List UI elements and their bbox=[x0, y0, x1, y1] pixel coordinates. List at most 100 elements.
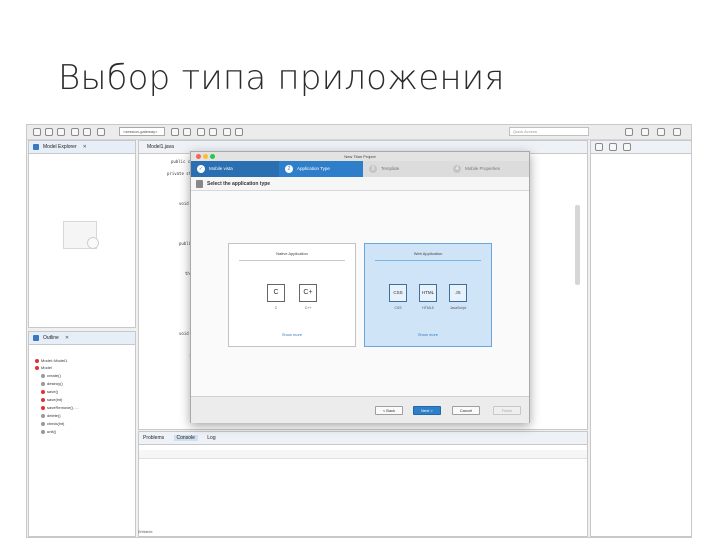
method-icon bbox=[41, 429, 45, 434]
model-explorer-label: Model Explorer bbox=[43, 144, 77, 150]
dialog-subtitle: Select the application type bbox=[191, 177, 529, 191]
back-button[interactable]: < Back bbox=[375, 406, 403, 415]
divider bbox=[239, 260, 345, 261]
device-icon[interactable] bbox=[171, 128, 179, 136]
outline-item[interactable]: Model bbox=[35, 365, 52, 371]
outline-item[interactable]: unit() bbox=[41, 429, 56, 435]
status-bar-text: Writable bbox=[138, 529, 153, 534]
palette-tab bbox=[591, 141, 691, 154]
editor-scrollbar[interactable] bbox=[575, 205, 580, 285]
card-title: Native Application bbox=[276, 251, 308, 256]
palette-panel bbox=[590, 140, 692, 537]
outline-item[interactable]: saveRemove(), ... bbox=[41, 405, 79, 411]
zoom-window-icon[interactable] bbox=[210, 154, 215, 159]
new-icon[interactable] bbox=[33, 128, 41, 136]
show-more-link[interactable]: Show more bbox=[365, 332, 491, 337]
method-icon bbox=[41, 381, 45, 386]
minimize-window-icon[interactable] bbox=[203, 154, 208, 159]
nav-forward-icon[interactable] bbox=[235, 128, 243, 136]
save-icon[interactable] bbox=[45, 128, 53, 136]
run-icon[interactable] bbox=[83, 128, 91, 136]
wizard-steps: ✓ Mobile vista 2 Application Type 3 Temp… bbox=[191, 161, 529, 178]
outline-label: Outline bbox=[43, 335, 59, 341]
outline-panel: Outline ✕ Model::Model1 Model create() de… bbox=[28, 331, 136, 537]
stop-icon[interactable] bbox=[97, 128, 105, 136]
debug-icon[interactable] bbox=[71, 128, 79, 136]
error-icon bbox=[41, 389, 45, 394]
close-icon[interactable]: ✕ bbox=[83, 144, 87, 150]
emulator-icon[interactable] bbox=[183, 128, 191, 136]
dialog-footer: < Back Next > Cancel Finish bbox=[191, 396, 529, 423]
window-icon[interactable] bbox=[657, 128, 665, 136]
close-window-icon[interactable] bbox=[196, 154, 201, 159]
model-explorer-panel: Model Explorer ✕ bbox=[28, 140, 136, 328]
device-icon bbox=[196, 180, 203, 188]
outline-item[interactable]: create() bbox=[41, 373, 61, 379]
settings-icon[interactable] bbox=[209, 128, 217, 136]
outline-item[interactable]: save(int) bbox=[41, 397, 62, 403]
step-application-type: 2 Application Type bbox=[279, 161, 363, 177]
lang-label: JavaScript bbox=[449, 306, 467, 310]
tab-log[interactable]: Log bbox=[207, 435, 215, 441]
dialog-body: Native Application C C+ C C++ Show more … bbox=[191, 191, 529, 396]
tab-console[interactable]: Console bbox=[173, 435, 198, 441]
outline-item[interactable]: save() bbox=[41, 389, 58, 395]
grid-icon[interactable] bbox=[673, 128, 681, 136]
perspective-icon[interactable] bbox=[625, 128, 633, 136]
method-icon bbox=[41, 373, 45, 378]
lang-label: C bbox=[274, 306, 278, 310]
refresh-icon[interactable] bbox=[197, 128, 205, 136]
outline-item[interactable]: Model::Model1 bbox=[35, 358, 67, 364]
lang-label: HTML5 bbox=[422, 306, 434, 310]
outline-icon bbox=[33, 335, 39, 341]
bottom-tabbar: Problems Console Log bbox=[139, 432, 587, 445]
error-icon bbox=[41, 397, 45, 402]
console-panel: Problems Console Log bbox=[138, 431, 588, 537]
step-mobile-vista: ✓ Mobile vista bbox=[191, 161, 279, 177]
method-icon bbox=[41, 413, 45, 418]
palette-icon[interactable] bbox=[623, 143, 631, 151]
native-application-card[interactable]: Native Application C C+ C C++ Show more bbox=[228, 243, 356, 347]
next-button[interactable]: Next > bbox=[413, 406, 441, 415]
cpp-language-icon[interactable]: C+ bbox=[299, 284, 317, 302]
cancel-button[interactable]: Cancel bbox=[452, 406, 480, 415]
main-toolbar: <session-gateway> Quick Access bbox=[27, 125, 691, 140]
dialog-title: New Titan Project bbox=[191, 152, 529, 161]
nav-back-icon[interactable] bbox=[223, 128, 231, 136]
target-combo[interactable]: <session-gateway> bbox=[119, 127, 165, 136]
c-language-icon[interactable]: C bbox=[267, 284, 285, 302]
build-icon[interactable] bbox=[57, 128, 65, 136]
model-explorer-tab[interactable]: Model Explorer ✕ bbox=[29, 141, 135, 154]
step-template: 3 Template bbox=[363, 161, 447, 177]
lang-label: CSS bbox=[394, 306, 402, 310]
css-language-icon[interactable]: CSS bbox=[389, 284, 407, 302]
outline-tab[interactable]: Outline ✕ bbox=[29, 332, 135, 345]
outline-item[interactable]: destroy() bbox=[41, 381, 63, 387]
error-icon bbox=[41, 405, 45, 410]
show-more-link[interactable]: Show more bbox=[229, 332, 355, 337]
card-title: Web Application bbox=[413, 251, 443, 256]
step-mobile-properties: 4 Mobile Properties bbox=[447, 161, 529, 177]
slide-title: Выбор типа приложения bbox=[58, 58, 505, 98]
method-icon bbox=[41, 421, 45, 426]
add-model-icon[interactable] bbox=[87, 237, 99, 249]
outline-item[interactable]: delete() bbox=[41, 413, 61, 419]
divider bbox=[375, 260, 481, 261]
js-language-icon[interactable]: JS bbox=[449, 284, 467, 302]
html-language-icon[interactable]: HTML bbox=[419, 284, 437, 302]
close-icon[interactable]: ✕ bbox=[65, 335, 69, 341]
lang-label: C++ bbox=[304, 306, 312, 310]
web-application-card[interactable]: Web Application CSS HTML JS CSS HTML5 Ja… bbox=[364, 243, 492, 347]
explorer-icon bbox=[33, 144, 39, 150]
error-icon bbox=[35, 358, 39, 363]
layout-icon[interactable] bbox=[641, 128, 649, 136]
outline-item[interactable]: check(int) bbox=[41, 421, 64, 427]
new-project-dialog: New Titan Project ✓ Mobile vista 2 Appli… bbox=[190, 151, 530, 423]
tab-problems[interactable]: Problems bbox=[143, 435, 164, 441]
finish-button[interactable]: Finish bbox=[493, 406, 521, 415]
console-toolbar bbox=[139, 450, 587, 459]
quick-access-input[interactable]: Quick Access bbox=[509, 127, 589, 136]
palette-icon[interactable] bbox=[609, 143, 617, 151]
error-icon bbox=[35, 365, 39, 370]
palette-icon[interactable] bbox=[595, 143, 603, 151]
